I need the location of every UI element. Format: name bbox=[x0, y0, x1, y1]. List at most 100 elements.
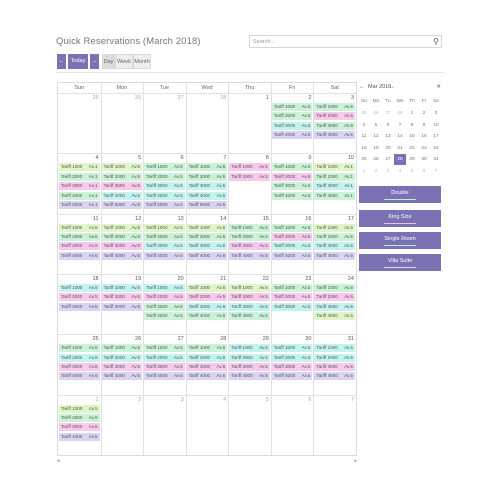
reservation-event[interactable]: Tariff 3000 Av.5 bbox=[59, 423, 100, 432]
month-view-button[interactable]: Month bbox=[133, 54, 151, 69]
mini-day[interactable]: 1 bbox=[358, 166, 370, 177]
mini-day[interactable]: 25 bbox=[358, 108, 370, 119]
reservation-event[interactable]: Tariff 4000 Av.5 bbox=[271, 251, 313, 260]
reservation-event[interactable]: Tariff 3000 Av.5 bbox=[271, 302, 313, 311]
reservation-event[interactable]: Tariff 4000 Av.5 bbox=[314, 251, 355, 260]
reservation-event[interactable]: Tariff 2000 Av.5 bbox=[186, 293, 228, 302]
day-cell[interactable] bbox=[143, 93, 186, 153]
reservation-event[interactable]: Tariff 3000 Av.5 bbox=[144, 302, 185, 311]
close-icon[interactable]: ✕ bbox=[436, 84, 441, 90]
reservation-event[interactable]: Tariff 3000 Av.5 bbox=[271, 182, 313, 191]
reservation-event[interactable]: Tariff 4000 Av.5 bbox=[59, 432, 100, 441]
reservation-event[interactable]: Tariff 4000 Av.5 bbox=[186, 312, 228, 321]
reservation-event[interactable]: Tariff 2000 Av.5 bbox=[186, 353, 228, 362]
reservation-event[interactable]: Tariff 3000 Av.5 bbox=[186, 363, 228, 371]
mini-day[interactable]: 9 bbox=[418, 120, 430, 131]
mini-day[interactable]: 4 bbox=[394, 166, 406, 177]
reservation-event[interactable]: Tariff 3000 Av.5 bbox=[101, 363, 143, 371]
mini-day[interactable]: 5 bbox=[406, 166, 418, 177]
mini-day[interactable]: 8 bbox=[406, 120, 418, 131]
today-button[interactable]: Today bbox=[68, 54, 88, 69]
reservation-event[interactable]: Tariff 1000 Av.5 bbox=[186, 223, 228, 232]
reservation-event[interactable]: Tariff 5000 Av.5 bbox=[144, 200, 185, 209]
reservation-event[interactable]: Tariff 2000 Av.5 bbox=[314, 112, 355, 121]
reservation-event[interactable]: Tariff 1000 Av.5 bbox=[229, 344, 270, 353]
search-icon[interactable]: ⚲ bbox=[433, 36, 439, 47]
mini-day[interactable]: 7 bbox=[394, 120, 406, 131]
mini-day[interactable]: 13 bbox=[382, 131, 394, 142]
mini-day[interactable]: 25 bbox=[358, 154, 370, 165]
reservation-event[interactable]: Tariff 4000 Av.5 bbox=[101, 191, 143, 200]
reservation-event[interactable]: Tariff 1000 Av.5 bbox=[229, 223, 270, 232]
mini-next-icon[interactable]: → bbox=[389, 84, 395, 90]
reservation-event[interactable]: Tariff 2000 Av.5 bbox=[271, 233, 313, 241]
mini-day[interactable]: 15 bbox=[406, 131, 418, 142]
reservation-event[interactable]: Tariff 3000 Av.5 bbox=[59, 363, 100, 371]
mini-day[interactable]: 26 bbox=[370, 154, 382, 165]
reservation-event[interactable]: Tariff 1000 Av.5 bbox=[144, 223, 185, 232]
mini-day[interactable]: 24 bbox=[430, 143, 442, 154]
mini-prev-icon[interactable]: ← bbox=[359, 84, 365, 90]
reservation-event[interactable]: Tariff 4000 Av.5 bbox=[101, 372, 143, 381]
reservation-event[interactable]: Tariff 3000 Av.1 bbox=[59, 182, 100, 191]
reservation-event[interactable]: Tariff 4000 Av.1 bbox=[59, 191, 100, 200]
reservation-event[interactable]: Tariff 1000 Av.5 bbox=[144, 344, 185, 353]
reservation-event[interactable]: Tariff 3000 Av.5 bbox=[59, 242, 100, 251]
reservation-event[interactable]: Tariff 3000 Av.5 bbox=[271, 121, 313, 130]
reservation-event[interactable]: Tariff 4000 Av.1 bbox=[314, 191, 355, 200]
mini-day[interactable]: 3 bbox=[382, 166, 394, 177]
room-type-button[interactable]: Single Room bbox=[359, 232, 441, 249]
mini-day[interactable]: 5 bbox=[370, 120, 382, 131]
reservation-event[interactable]: Tariff 4000 Av.5 bbox=[314, 312, 355, 321]
reservation-event[interactable]: Tariff 1000 Av.5 bbox=[271, 163, 313, 172]
reservation-event[interactable]: Tariff 3000 Av.5 bbox=[101, 302, 143, 311]
mini-day[interactable]: 10 bbox=[430, 120, 442, 131]
reservation-event[interactable]: Tariff 3000 Av.5 bbox=[101, 182, 143, 191]
day-cell[interactable] bbox=[101, 93, 144, 153]
reservation-event[interactable]: Tariff 2000 Av.5 bbox=[271, 353, 313, 362]
reservation-event[interactable]: Tariff 4000 Av.5 bbox=[271, 372, 313, 381]
reservation-event[interactable]: Tariff 3000 Av.5 bbox=[229, 302, 270, 311]
reservation-event[interactable]: Tariff 3000 Av.5 bbox=[271, 242, 313, 251]
mini-month-label[interactable]: Mar 2018 bbox=[368, 84, 391, 90]
reservation-event[interactable]: Tariff 3000 Av.5 bbox=[271, 363, 313, 371]
day-cell[interactable] bbox=[271, 395, 314, 455]
day-cell[interactable] bbox=[143, 395, 186, 455]
mini-day[interactable]: 2 bbox=[370, 166, 382, 177]
mini-day[interactable]: 21 bbox=[394, 143, 406, 154]
reservation-event[interactable]: Tariff 2000 Av.5 bbox=[101, 233, 143, 241]
reservation-event[interactable]: Tariff 3000 Av.5 bbox=[229, 363, 270, 371]
reservation-event[interactable]: Tariff 1000 Av.5 bbox=[229, 283, 270, 292]
room-type-button[interactable]: Double bbox=[359, 186, 441, 203]
reservation-event[interactable]: Tariff 5000 Av.1 bbox=[59, 200, 100, 209]
mini-day[interactable]: 7 bbox=[430, 166, 442, 177]
reservation-event[interactable]: Tariff 2000 Av.5 bbox=[229, 353, 270, 362]
reservation-event[interactable]: Tariff 5000 Av.5 bbox=[186, 200, 228, 209]
mini-day[interactable]: 2 bbox=[418, 108, 430, 119]
room-type-button[interactable]: King Size bbox=[359, 210, 441, 227]
mini-day[interactable]: 20 bbox=[382, 143, 394, 154]
reservation-event[interactable]: Tariff 4000 Av.5 bbox=[271, 131, 313, 140]
reservation-event[interactable]: Tariff 2000 Av.5 bbox=[101, 353, 143, 362]
mini-day[interactable]: 11 bbox=[358, 131, 370, 142]
day-view-button[interactable]: Day bbox=[102, 54, 115, 69]
mini-day[interactable]: 12 bbox=[370, 131, 382, 142]
mini-day[interactable]: 14 bbox=[394, 131, 406, 142]
reservation-event[interactable]: Tariff 1000 Av.5 bbox=[229, 163, 270, 172]
mini-day[interactable]: 19 bbox=[370, 143, 382, 154]
reservation-event[interactable]: Tariff 2000 Av.1 bbox=[314, 172, 355, 181]
reservation-event[interactable]: Tariff 4000 Av.5 bbox=[144, 251, 185, 260]
reservation-event[interactable]: Tariff 4000 Av.5 bbox=[101, 251, 143, 260]
mini-day[interactable]: 1 bbox=[406, 108, 418, 119]
day-cell[interactable] bbox=[186, 395, 229, 455]
reservation-event[interactable]: Tariff 2000 Av.5 bbox=[144, 353, 185, 362]
mini-day[interactable]: 22 bbox=[406, 143, 418, 154]
week-view-button[interactable]: Week bbox=[115, 54, 133, 69]
reservation-event[interactable]: Tariff 3000 Av.5 bbox=[314, 121, 355, 130]
reservation-event[interactable]: Tariff 3000 Av.5 bbox=[144, 182, 185, 191]
reservation-event[interactable]: Tariff 1000 Av.5 bbox=[186, 163, 228, 172]
reservation-event[interactable]: Tariff 1000 Av.5 bbox=[186, 344, 228, 353]
reservation-event[interactable]: Tariff 3000 Av.5 bbox=[314, 302, 355, 311]
reservation-event[interactable]: Tariff 1000 Av.5 bbox=[271, 283, 313, 292]
search-input[interactable]: Search... bbox=[253, 37, 275, 47]
